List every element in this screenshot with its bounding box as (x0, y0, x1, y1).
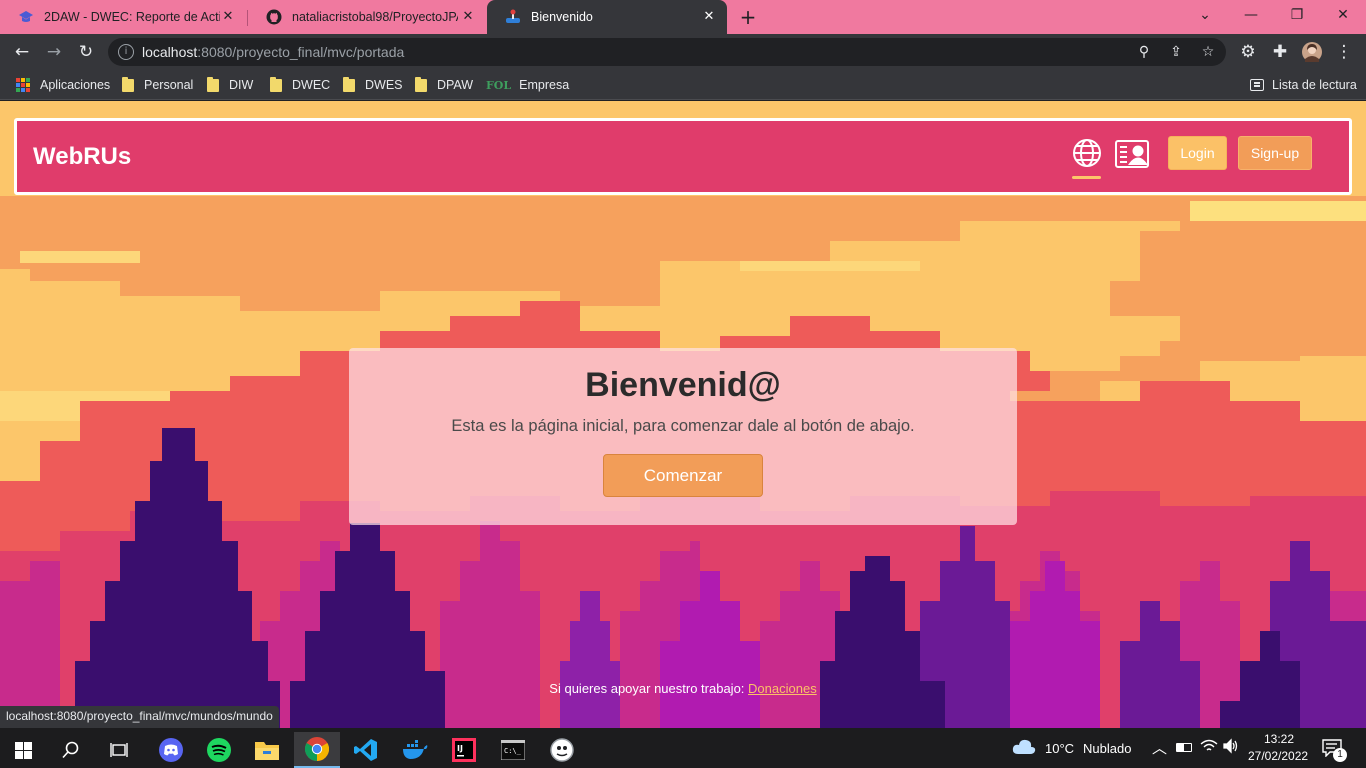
extension-gear-icon[interactable]: ⚙ (1234, 38, 1262, 66)
notification-count-badge: 1 (1333, 748, 1347, 762)
link-status-bubble: localhost:8080/proyecto_final/mvc/mundos… (0, 706, 279, 728)
tab-github-proyectojpa[interactable]: nataliacristobal98/ProyectoJPA: Proyecto… (248, 0, 486, 34)
welcome-subtitle: Esta es la página inicial, para comenzar… (451, 417, 915, 435)
restore-icon[interactable]: ❐ (1274, 0, 1320, 30)
folder-icon (270, 76, 282, 92)
folder-icon (122, 76, 134, 92)
bookmark-label: DWEC (292, 78, 331, 92)
bookmark-dpaw[interactable]: DPAW (415, 76, 473, 94)
bookmark-personal[interactable]: Personal (122, 76, 193, 94)
address-bar[interactable]: i localhost:8080/proyecto_final/mvc/port… (108, 38, 1226, 66)
browser-menu-icon[interactable]: ⋮ (1330, 38, 1358, 66)
bookmarks-bar: Aplicaciones Personal DIW DWEC DWES DPAW… (0, 70, 1366, 100)
site-info-icon[interactable]: i (118, 44, 134, 60)
site-navbar: WebRUs Login Sign-up (14, 118, 1352, 195)
bookmark-label: DWES (365, 78, 403, 92)
weather-temp[interactable]: 10°C (1045, 741, 1074, 756)
bookmark-empresa[interactable]: FOL Empresa (486, 76, 569, 94)
extensions-puzzle-icon[interactable]: ✚ (1266, 38, 1294, 66)
signup-button[interactable]: Sign-up (1238, 136, 1312, 170)
new-tab-button[interactable]: + (736, 6, 760, 30)
apps-grid-icon (16, 78, 30, 92)
discord-icon[interactable] (148, 732, 194, 768)
tab-dwec-reporte[interactable]: 2DAW - DWEC: Reporte de Actividad ✕ (0, 0, 246, 34)
bookmark-label: Empresa (519, 78, 570, 92)
minimize-icon[interactable]: — (1228, 0, 1274, 30)
profile-card-icon[interactable] (1115, 140, 1149, 168)
clock-date[interactable]: 27/02/2022 (1248, 749, 1308, 763)
tab-title: nataliacristobal98/ProyectoJPA: Proyecto (292, 10, 458, 24)
wifi-icon[interactable] (1200, 739, 1218, 756)
weather-desc[interactable]: Nublado (1083, 741, 1131, 756)
url-text[interactable]: localhost:8080/proyecto_final/mvc/portad… (142, 44, 404, 60)
folder-icon (207, 76, 219, 92)
docker-icon[interactable] (392, 732, 438, 768)
tray-chevron-icon[interactable]: ︿ (1152, 737, 1167, 758)
vscode-icon[interactable] (343, 732, 389, 768)
back-icon[interactable]: ← (8, 38, 36, 66)
bookmark-star-icon[interactable]: ☆ (1198, 42, 1218, 62)
login-button[interactable]: Login (1168, 136, 1227, 170)
brand-logo[interactable]: WebRUs (33, 143, 131, 171)
clock-time[interactable]: 13:22 (1264, 732, 1294, 746)
globe-icon[interactable] (1071, 137, 1103, 169)
bookmark-label: DPAW (437, 78, 474, 92)
share-icon[interactable]: ⇪ (1166, 42, 1186, 62)
file-explorer-icon[interactable] (244, 732, 290, 768)
task-view-icon[interactable] (96, 732, 142, 768)
svg-text:IJ: IJ (457, 744, 463, 753)
reading-list-label: Lista de lectura (1272, 78, 1357, 92)
bookmark-label: DIW (229, 78, 254, 92)
tab-title: 2DAW - DWEC: Reporte de Actividad (44, 10, 220, 24)
welcome-card: Bienvenid@ Esta es la página inicial, pa… (349, 348, 1017, 525)
battery-icon[interactable] (1176, 743, 1192, 752)
zoom-icon[interactable]: ⚲ (1134, 42, 1154, 62)
reading-list-icon (1250, 79, 1264, 91)
close-tab-icon[interactable]: ✕ (220, 9, 236, 25)
bookmark-aplicaciones[interactable]: Aplicaciones (16, 76, 110, 94)
reload-icon[interactable]: ↻ (72, 38, 100, 66)
gamepad-icon (505, 9, 521, 25)
fol-icon: FOL (486, 78, 512, 92)
support-footer: Si quieres apoyar nuestro trabajo: Donac… (0, 681, 1366, 696)
tab-bienvenido[interactable]: Bienvenido ✕ (487, 0, 727, 34)
bookmark-diw[interactable]: DIW (207, 76, 253, 94)
profile-avatar[interactable] (1298, 38, 1326, 66)
folder-icon (343, 76, 355, 92)
bookmark-label: Aplicaciones (40, 78, 111, 92)
forward-icon[interactable]: → (40, 38, 68, 66)
folder-icon (415, 76, 427, 92)
bookmark-dwes[interactable]: DWES (343, 76, 403, 94)
tab-search-icon[interactable]: ⌄ (1182, 0, 1228, 30)
intellij-icon[interactable]: IJ (441, 732, 487, 768)
bookmark-label: Personal (144, 78, 194, 92)
close-window-icon[interactable]: ✕ (1320, 0, 1366, 30)
windows-taskbar: IJ C:\_ 10°C Nublado ︿ 13:22 27/02/2022 … (0, 728, 1366, 768)
reading-list-button[interactable]: Lista de lectura (1250, 76, 1357, 94)
close-tab-icon[interactable]: ✕ (701, 9, 717, 25)
bookmark-dwec[interactable]: DWEC (270, 76, 330, 94)
windows-start-icon[interactable] (0, 732, 46, 768)
browser-toolbar: ← → ↻ i localhost:8080/proyecto_final/mv… (0, 34, 1366, 70)
graduation-cap-icon (18, 9, 34, 25)
terminal-icon[interactable]: C:\_ (490, 732, 536, 768)
spotify-icon[interactable] (196, 732, 242, 768)
page-viewport: WebRUs Login Sign-up Bienvenid@ Esta es … (0, 101, 1366, 728)
volume-icon[interactable] (1222, 738, 1238, 757)
page-title: Bienvenid@ (585, 366, 781, 404)
weather-cloud-icon[interactable] (1012, 737, 1036, 755)
github-icon (266, 9, 282, 25)
close-tab-icon[interactable]: ✕ (460, 9, 476, 25)
tab-title: Bienvenido (531, 10, 593, 24)
search-icon[interactable] (48, 732, 94, 768)
chrome-icon[interactable] (294, 732, 340, 768)
active-nav-indicator (1072, 176, 1101, 179)
game-app-icon[interactable] (539, 732, 585, 768)
svg-text:C:\_: C:\_ (504, 747, 522, 755)
start-button[interactable]: Comenzar (603, 454, 763, 497)
support-text: Si quieres apoyar nuestro trabajo: (549, 681, 749, 696)
donations-link[interactable]: Donaciones (748, 681, 817, 696)
tab-strip: 2DAW - DWEC: Reporte de Actividad ✕ nata… (0, 0, 1366, 34)
